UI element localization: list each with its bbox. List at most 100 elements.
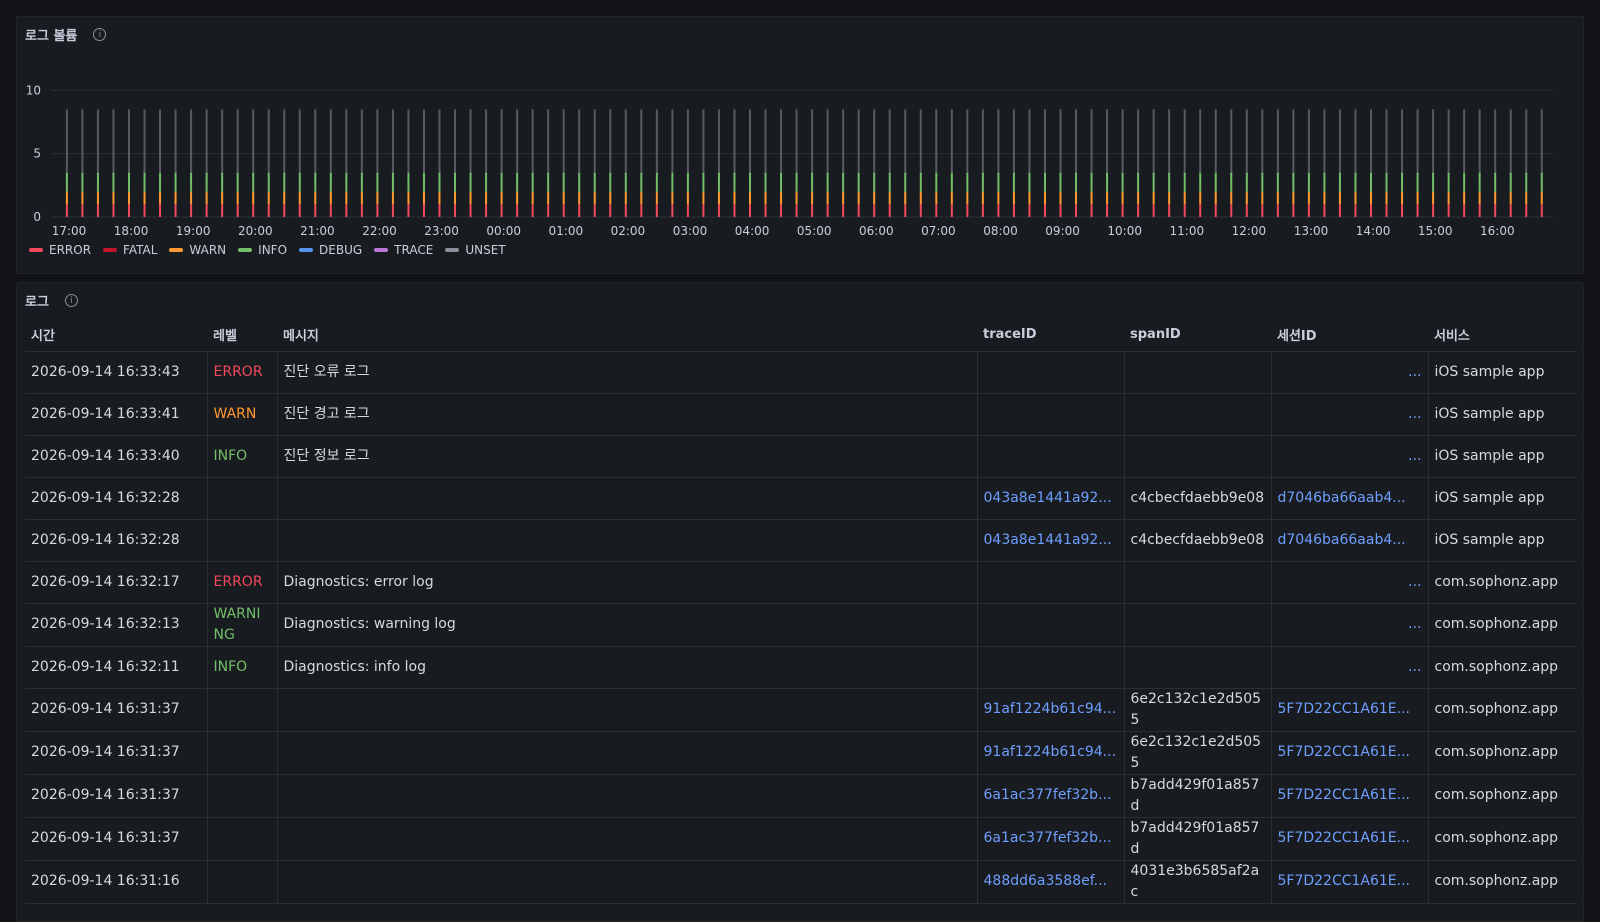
legend-item-fatal[interactable]: FATAL	[103, 243, 157, 257]
x-tick-label: 07:00	[921, 224, 956, 238]
column-header-session-id[interactable]: 세션ID	[1271, 319, 1428, 352]
volume-bar-info	[407, 172, 410, 192]
table-row[interactable]: 2026-09-14 16:31:37 91af1224b61c94... 6e2c…	[25, 731, 1577, 775]
cell-trace-id[interactable]: 488dd6a3588ef...	[977, 860, 1125, 904]
cell-session-id[interactable]: d7046ba66aab4...	[1271, 477, 1429, 520]
cell-time: 2026-09-14 16:33:43	[25, 351, 208, 394]
volume-bar-info	[1230, 172, 1233, 192]
volume-bar-unset	[1012, 109, 1015, 173]
legend-label: TRACE	[394, 243, 434, 257]
table-row[interactable]: 2026-09-14 16:31:37 6a1ac377fef32b... b7ad…	[25, 817, 1577, 861]
cell-trace-id[interactable]: 043a8e1441a92...	[977, 519, 1125, 562]
volume-bar-warn	[221, 191, 224, 205]
legend-item-debug[interactable]: DEBUG	[299, 243, 362, 257]
table-row[interactable]: 2026-09-14 16:32:13 WARNING Diagnostics: w…	[25, 603, 1577, 647]
legend-item-error[interactable]: ERROR	[29, 243, 91, 257]
cell-message	[277, 774, 978, 818]
cell-session-id[interactable]: 5F7D22CC1A61E...	[1271, 817, 1429, 861]
volume-bar-error	[764, 204, 767, 217]
volume-bar-unset	[407, 109, 410, 173]
volume-bar-unset	[1199, 109, 1202, 173]
cell-trace-id[interactable]: 043a8e1441a92...	[977, 477, 1125, 520]
y-tick-label: 10	[26, 83, 41, 97]
volume-bar-info	[485, 172, 488, 192]
legend-item-unset[interactable]: UNSET	[445, 243, 506, 257]
volume-bar-error	[873, 204, 876, 217]
cell-session-id[interactable]: ...	[1271, 561, 1429, 604]
column-header-level[interactable]: 레벨	[207, 319, 277, 352]
volume-bar-unset	[1028, 109, 1031, 173]
table-row[interactable]: 2026-09-14 16:32:28 043a8e1441a92... c4cbe…	[25, 519, 1577, 562]
x-tick-label: 00:00	[486, 224, 521, 238]
info-icon[interactable]: i	[93, 28, 107, 41]
table-row[interactable]: 2026-09-14 16:32:17 ERROR Diagnostics: err…	[25, 561, 1577, 604]
cell-session-id[interactable]: ...	[1271, 435, 1429, 478]
legend-item-warn[interactable]: WARN	[169, 243, 226, 257]
cell-session-id[interactable]: ...	[1271, 393, 1429, 436]
volume-bar-info	[1075, 172, 1078, 192]
volume-bar-unset	[780, 109, 783, 173]
volume-bar-unset	[438, 109, 441, 173]
volume-bar-error	[997, 204, 1000, 217]
volume-bar-info	[562, 172, 565, 192]
cell-session-id[interactable]: d7046ba66aab4...	[1271, 519, 1429, 562]
volume-bar-warn	[811, 191, 814, 205]
cell-level: WARNING	[207, 603, 278, 647]
table-row[interactable]: 2026-09-14 16:31:37 6a1ac377fef32b... b7ad…	[25, 774, 1577, 818]
volume-bar-unset	[888, 109, 891, 173]
volume-bar-warn	[764, 191, 767, 205]
volume-bar-error	[811, 204, 814, 217]
cell-time: 2026-09-14 16:32:28	[25, 519, 208, 562]
volume-bar-info	[1152, 172, 1155, 192]
volume-bar-unset	[205, 109, 208, 173]
cell-level	[207, 688, 278, 732]
cell-session-id[interactable]: ...	[1271, 603, 1429, 647]
cell-message: Diagnostics: info log	[277, 646, 978, 689]
volume-bar-info	[842, 172, 845, 192]
volume-bar-warn	[655, 191, 658, 205]
volume-bar-info	[516, 172, 519, 192]
column-header-trace-id[interactable]: traceID	[977, 319, 1124, 352]
volume-bar-warn	[686, 191, 689, 205]
volume-bar-info	[454, 172, 457, 192]
cell-trace-id[interactable]: 6a1ac377fef32b...	[977, 774, 1125, 818]
cell-session-id[interactable]: 5F7D22CC1A61E...	[1271, 860, 1429, 904]
info-icon[interactable]: i	[64, 294, 78, 307]
volume-bar-info	[1261, 172, 1264, 192]
cell-trace-id[interactable]: 91af1224b61c94...	[977, 731, 1125, 775]
legend-item-info[interactable]: INFO	[238, 243, 287, 257]
x-tick-label: 23:00	[424, 224, 459, 238]
cell-level: ERROR	[207, 561, 278, 604]
table-row[interactable]: 2026-09-14 16:33:40 INFO 진단 정보 로그... iOS sa…	[25, 435, 1577, 478]
volume-bar-unset	[1447, 109, 1450, 173]
column-header-service[interactable]: 서비스	[1428, 319, 1577, 352]
volume-bar-info	[1121, 172, 1124, 192]
volume-bar-info	[469, 172, 472, 192]
volume-bar-info	[127, 172, 130, 192]
cell-trace-id[interactable]: 91af1224b61c94...	[977, 688, 1125, 732]
volume-bar-info	[236, 172, 239, 192]
table-row[interactable]: 2026-09-14 16:31:37 91af1224b61c94... 6e2c…	[25, 688, 1577, 732]
volume-bar-unset	[1525, 109, 1528, 173]
cell-session-id[interactable]: ...	[1271, 646, 1429, 689]
cell-session-id[interactable]: 5F7D22CC1A61E...	[1271, 688, 1429, 732]
table-row[interactable]: 2026-09-14 16:33:41 WARN 진단 경고 로그... iOS sa…	[25, 393, 1577, 436]
table-row[interactable]: 2026-09-14 16:32:11 INFO Diagnostics: info…	[25, 646, 1577, 689]
table-row[interactable]: 2026-09-14 16:32:28 043a8e1441a92... c4cbe…	[25, 477, 1577, 520]
cell-session-id[interactable]: 5F7D22CC1A61E...	[1271, 731, 1429, 775]
column-header-message[interactable]: 메시지	[277, 319, 977, 352]
volume-bar-error	[1338, 204, 1341, 217]
cell-trace-id[interactable]: 6a1ac377fef32b...	[977, 817, 1125, 861]
cell-session-id[interactable]: 5F7D22CC1A61E...	[1271, 774, 1429, 818]
volume-bar-unset	[655, 109, 658, 173]
legend-item-trace[interactable]: TRACE	[374, 243, 433, 257]
volume-bar-warn	[1214, 191, 1217, 205]
volume-bar-warn	[547, 191, 550, 205]
cell-session-id[interactable]: ...	[1271, 351, 1429, 394]
volume-bar-error	[904, 204, 907, 217]
table-row[interactable]: 2026-09-14 16:33:43 ERROR 진단 오류 로그... iOS s…	[25, 351, 1577, 394]
column-header-span-id[interactable]: spanID	[1124, 319, 1271, 352]
volume-bar-error	[609, 204, 612, 217]
column-header-time[interactable]: 시간	[25, 319, 207, 352]
table-row[interactable]: 2026-09-14 16:31:16 488dd6a3588ef... 4031e…	[25, 860, 1577, 904]
